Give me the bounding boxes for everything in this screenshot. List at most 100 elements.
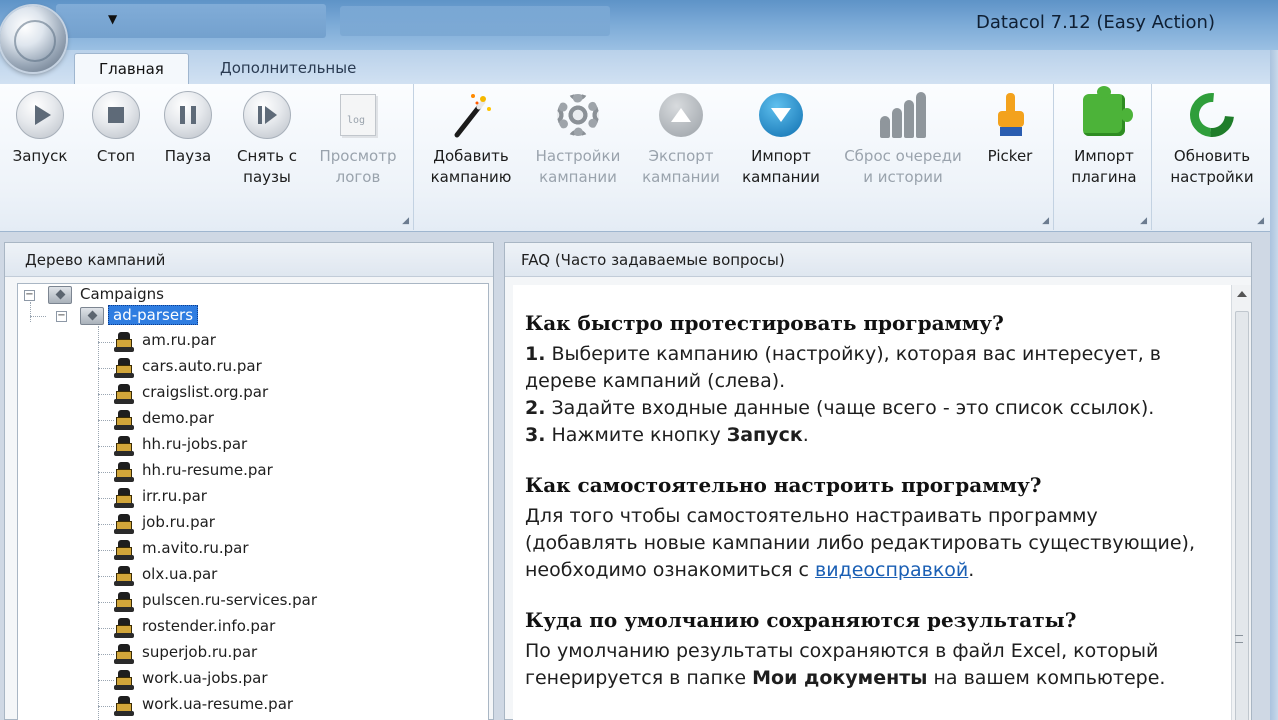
window-title: Datacol 7.12 (Easy Action): [976, 12, 1215, 33]
tree-item-campaign[interactable]: rostender.info.par: [142, 617, 275, 635]
tree-connector: [98, 602, 114, 603]
magic-wand-icon: [454, 94, 491, 138]
stop-button[interactable]: Стоп: [86, 88, 146, 167]
add-campaign-button[interactable]: Добавить кампанию: [424, 88, 518, 188]
scroll-grip-icon: [1235, 635, 1243, 643]
tree-item-campaign[interactable]: hh.ru-resume.par: [142, 461, 273, 479]
faq-section-quick-test: Как быстро протестировать программу? 1. …: [525, 311, 1215, 449]
ribbon-tab-bar: Главная Дополнительные: [0, 50, 1278, 84]
people-queue-icon: [880, 92, 926, 138]
tree-root-label[interactable]: Campaigns: [80, 285, 164, 303]
root-collapse-icon[interactable]: −: [24, 290, 35, 301]
tab-main[interactable]: Главная: [74, 53, 189, 84]
faq-scrollbar[interactable]: [1231, 285, 1251, 720]
tree-connector: [98, 420, 114, 421]
tree-item-campaign[interactable]: cars.auto.ru.par: [142, 357, 262, 375]
gear-icon: [557, 94, 599, 136]
refresh-settings-button-label: Обновить настройки: [1170, 147, 1254, 186]
tree-item-campaign[interactable]: craigslist.org.par: [142, 383, 268, 401]
import-arrow-icon: [759, 93, 803, 137]
tree-item-campaign[interactable]: pulscen.ru-services.par: [142, 591, 317, 609]
ad-parsers-folder-icon: [80, 307, 104, 325]
title-bar: ▼ Datacol 7.12 (Easy Action): [0, 0, 1278, 50]
parser-robot-icon: [114, 384, 134, 404]
tree-item-campaign[interactable]: hh.ru-jobs.par: [142, 435, 247, 453]
faq-section-results: Куда по умолчанию сохраняются результаты…: [525, 608, 1215, 692]
tree-connector: [98, 394, 114, 395]
tab-additional[interactable]: Дополнительные: [196, 53, 380, 84]
tree-connector: [98, 326, 99, 720]
tree-item-campaign[interactable]: job.ru.par: [142, 513, 215, 531]
faq-answer-step-2: 2. Задайте входные данные (чаще всего - …: [525, 397, 1155, 419]
parser-robot-icon: [114, 540, 134, 560]
folder-collapse-icon[interactable]: −: [56, 311, 67, 322]
app-menu-orb-icon[interactable]: [0, 6, 66, 72]
tree-connector: [98, 368, 114, 369]
faq-question: Куда по умолчанию сохраняются результаты…: [525, 608, 1077, 632]
group-launcher-icon[interactable]: ◢: [402, 216, 409, 226]
pause-button[interactable]: Пауза: [158, 88, 218, 167]
tree-item-campaign[interactable]: am.ru.par: [142, 331, 216, 349]
campaigns-folder-icon: [48, 286, 72, 304]
campaign-settings-button[interactable]: Настройки кампании: [528, 88, 628, 188]
resume-icon: [243, 91, 291, 139]
picker-button[interactable]: Picker: [980, 88, 1040, 167]
group-launcher-icon[interactable]: ◢: [1257, 216, 1264, 226]
tree-item-campaign[interactable]: irr.ru.par: [142, 487, 207, 505]
group-launcher-icon[interactable]: ◢: [1140, 216, 1147, 226]
tree-item-campaign[interactable]: superjob.ru.par: [142, 643, 257, 661]
tree-connector: [30, 316, 46, 317]
parser-robot-icon: [114, 618, 134, 638]
faq-panel: FAQ (Часто задаваемые вопросы) Как быстр…: [504, 242, 1252, 720]
video-help-link[interactable]: видеосправкой: [815, 559, 968, 581]
parser-robot-icon: [114, 644, 134, 664]
scroll-up-arrow-icon[interactable]: [1237, 291, 1247, 297]
tree-connector: [98, 550, 114, 551]
reset-queue-button[interactable]: Сброс очереди и истории: [836, 88, 970, 188]
campaign-tree[interactable]: − Campaigns − ad-parsers am.ru.par cars.a…: [17, 283, 489, 720]
import-campaign-button-label: Импорт кампании: [742, 147, 820, 186]
tree-connector: [98, 342, 114, 343]
faq-content: Как быстро протестировать программу? 1. …: [513, 285, 1249, 720]
group-launcher-icon[interactable]: ◢: [1042, 216, 1049, 226]
import-plugin-button-label: Импорт плагина: [1071, 147, 1137, 186]
parser-robot-icon: [114, 462, 134, 482]
import-plugin-button[interactable]: Импорт плагина: [1062, 86, 1146, 188]
resume-button[interactable]: Снять с паузы: [232, 86, 302, 188]
tree-connector: [98, 576, 114, 577]
tree-connector: [98, 472, 114, 473]
tree-item-campaign[interactable]: m.avito.ru.par: [142, 539, 249, 557]
export-campaign-button[interactable]: Экспорт кампании: [636, 88, 726, 188]
quick-access-toolbar: [56, 4, 326, 38]
scroll-thumb[interactable]: [1235, 311, 1249, 720]
ribbon-group-run: Запуск Стоп Пауза Снять с паузы Просмотр…: [0, 84, 414, 230]
tree-item-campaign[interactable]: demo.par: [142, 409, 214, 427]
window-edge: [1270, 50, 1278, 720]
ribbon-group-campaigns: Добавить кампанию Настройки кампании Экс…: [418, 84, 1054, 230]
campaign-tree-panel: Дерево кампаний − Campaigns − ad-parsers…: [4, 242, 494, 720]
start-button[interactable]: Запуск: [10, 88, 70, 167]
campaign-tree-title: Дерево кампаний: [5, 243, 493, 277]
ribbon-group-plugins: Импорт плагина ◢: [1058, 84, 1152, 230]
parser-robot-icon: [114, 670, 134, 690]
pause-icon: [164, 91, 212, 139]
view-logs-button[interactable]: Просмотр логов: [314, 88, 402, 188]
tree-item-campaign[interactable]: work.ua-jobs.par: [142, 669, 268, 687]
tree-connector: [30, 302, 31, 322]
add-campaign-button-label: Добавить кампанию: [430, 147, 512, 186]
tree-item-campaign[interactable]: olx.ua.par: [142, 565, 217, 583]
refresh-icon: [1181, 84, 1243, 146]
quick-access-dropdown-icon[interactable]: ▼: [108, 12, 117, 26]
parser-robot-icon: [114, 358, 134, 378]
parser-robot-icon: [114, 436, 134, 456]
pause-button-label: Пауза: [164, 147, 212, 165]
tree-item-campaign[interactable]: work.ua-resume.par: [142, 695, 293, 713]
refresh-settings-button[interactable]: Обновить настройки: [1162, 84, 1262, 188]
tree-connector: [98, 446, 114, 447]
tree-connector: [98, 654, 114, 655]
start-button-label: Запуск: [12, 147, 68, 165]
import-campaign-button[interactable]: Импорт кампании: [734, 88, 828, 188]
ribbon: Запуск Стоп Пауза Снять с паузы Просмотр…: [0, 84, 1272, 232]
tree-connector: [98, 524, 114, 525]
tree-folder-ad-parsers[interactable]: ad-parsers: [108, 305, 199, 325]
